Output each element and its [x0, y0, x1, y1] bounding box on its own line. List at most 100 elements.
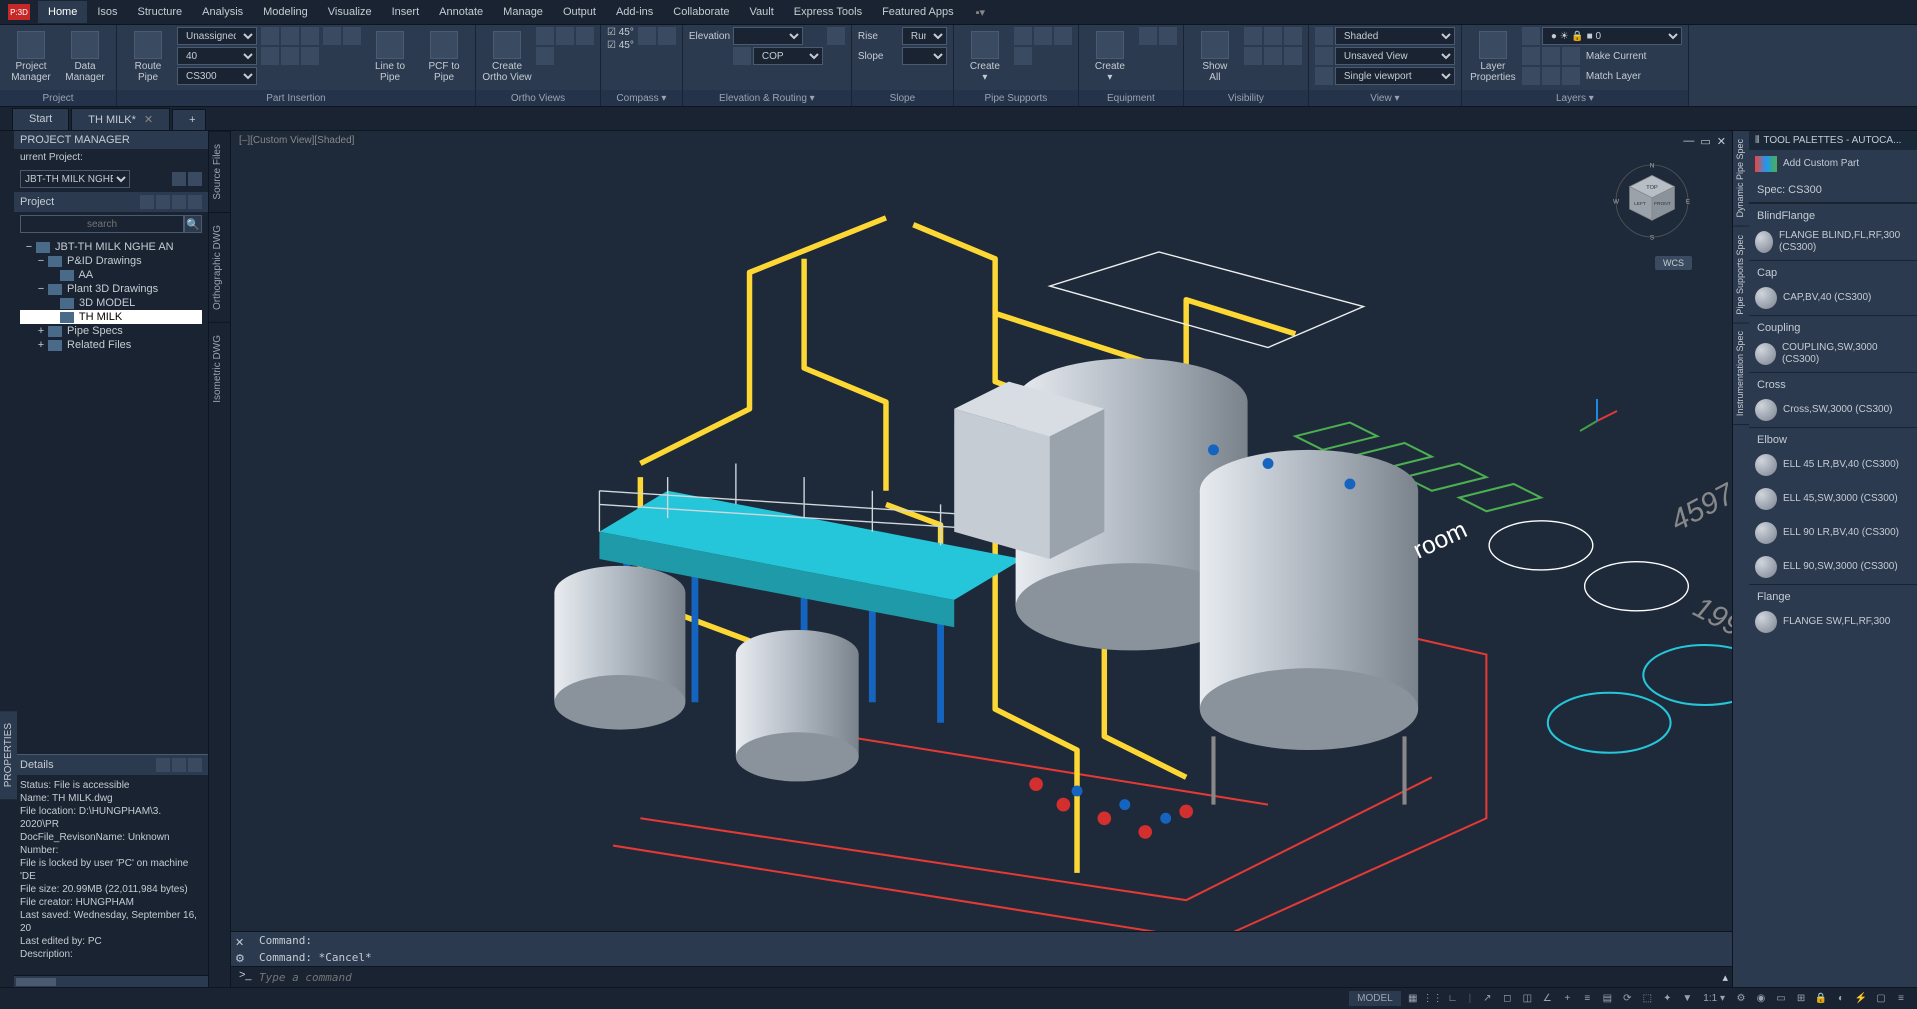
- ribbon-tool-icon[interactable]: [261, 27, 279, 45]
- ribbon-tool-icon[interactable]: [1034, 27, 1052, 45]
- ribbon-tool-icon[interactable]: [1264, 27, 1282, 45]
- side-tab-orthographic-dwg[interactable]: Orthographic DWG: [209, 212, 230, 322]
- details-icon-1[interactable]: [156, 758, 170, 772]
- menu-tab-featured-apps[interactable]: Featured Apps: [872, 1, 964, 23]
- ribbon-group-label[interactable]: Layers ▾: [1462, 90, 1688, 106]
- ribbon-layer-properties[interactable]: LayerProperties: [1468, 27, 1518, 87]
- clean-screen-icon[interactable]: ▢: [1873, 991, 1889, 1007]
- ribbon-tool-icon[interactable]: [261, 47, 279, 65]
- ortho-icon[interactable]: ∟: [1445, 991, 1461, 1007]
- snap-icon[interactable]: ⋮⋮: [1425, 991, 1441, 1007]
- palette-item[interactable]: ELL 90,SW,3000 (CS300): [1749, 550, 1917, 584]
- menu-tab-analysis[interactable]: Analysis: [192, 1, 253, 23]
- layer-select[interactable]: ● ☀ 🔒 ■ 0: [1542, 27, 1682, 45]
- ribbon-tool-icon[interactable]: [1264, 47, 1282, 65]
- doc-tab-th-milk-[interactable]: TH MILK*✕: [71, 108, 170, 130]
- polar-icon[interactable]: ↗: [1479, 991, 1495, 1007]
- tool-icon[interactable]: [172, 195, 186, 209]
- print-icon[interactable]: [172, 172, 186, 186]
- menu-tab-insert[interactable]: Insert: [382, 1, 430, 23]
- isolate-icon[interactable]: ◐: [1833, 991, 1849, 1007]
- ribbon-tool-icon[interactable]: [827, 27, 845, 45]
- ribbon-route-pipe[interactable]: RoutePipe: [123, 27, 173, 87]
- side-tab-source-files[interactable]: Source Files: [209, 131, 230, 212]
- ribbon-select[interactable]: Run: [902, 27, 947, 45]
- ribbon-select[interactable]: COP: [753, 47, 823, 65]
- layer-action[interactable]: Make Current: [1586, 51, 1647, 62]
- tree-item-jbt-th-milk-nghe-an[interactable]: − JBT-TH MILK NGHE AN: [20, 240, 202, 254]
- quick-properties-icon[interactable]: ⊞: [1793, 991, 1809, 1007]
- compass-angle[interactable]: ☑ 45°: [607, 27, 634, 38]
- menu-tab-annotate[interactable]: Annotate: [429, 1, 493, 23]
- gizmo-icon[interactable]: ✦: [1659, 991, 1675, 1007]
- menu-tab-home[interactable]: Home: [38, 1, 87, 23]
- add-custom-part-button[interactable]: Add Custom Part: [1749, 150, 1917, 178]
- tree-item-p&id-drawings[interactable]: − P&ID Drawings: [20, 254, 202, 268]
- properties-panel-tab[interactable]: PROPERTIES: [0, 711, 17, 799]
- ribbon-tool-icon[interactable]: [301, 47, 319, 65]
- ribbon-tool-icon[interactable]: [343, 27, 361, 45]
- tree-item-plant-3d-drawings[interactable]: − Plant 3D Drawings: [20, 282, 202, 296]
- current-project-select[interactable]: JBT-TH MILK NGHE AN: [20, 170, 130, 188]
- menu-tab-express-tools[interactable]: Express Tools: [784, 1, 872, 23]
- ribbon-tool-icon[interactable]: [536, 27, 554, 45]
- ribbon-tool-icon[interactable]: [1014, 27, 1032, 45]
- tree-item-pipe-specs[interactable]: + Pipe Specs: [20, 324, 202, 338]
- customize-icon[interactable]: ≡: [1893, 991, 1909, 1007]
- 3dosnap-icon[interactable]: ◫: [1519, 991, 1535, 1007]
- tree-item-related-files[interactable]: + Related Files: [20, 338, 202, 352]
- layer-tool-icon[interactable]: [1522, 47, 1540, 65]
- ribbon-create-ortho-view[interactable]: CreateOrtho View: [482, 27, 532, 87]
- layer-tool-icon[interactable]: [1542, 67, 1560, 85]
- layer-action[interactable]: Match Layer: [1586, 71, 1641, 82]
- command-dropdown-icon[interactable]: ▴: [1722, 971, 1728, 984]
- ribbon-project-manager[interactable]: ProjectManager: [6, 27, 56, 87]
- overflow-icon[interactable]: ▪▾: [976, 6, 985, 19]
- ribbon-group-label[interactable]: Compass ▾: [601, 90, 682, 106]
- ribbon-tool-icon[interactable]: [658, 27, 676, 45]
- palette-item[interactable]: ELL 45 LR,BV,40 (CS300): [1749, 448, 1917, 482]
- palette-item[interactable]: COUPLING,SW,3000 (CS300): [1749, 336, 1917, 372]
- ribbon-select[interactable]: 40: [177, 47, 257, 65]
- doc-tab-start[interactable]: Start: [12, 108, 69, 130]
- ribbon-tool-icon[interactable]: [323, 27, 341, 45]
- ribbon-tool-icon[interactable]: [1159, 27, 1177, 45]
- ribbon-tool-icon[interactable]: [281, 27, 299, 45]
- ribbon-tool-icon[interactable]: [1244, 47, 1262, 65]
- layer-tool-icon[interactable]: [1562, 47, 1580, 65]
- close-tab-icon[interactable]: ✕: [144, 114, 153, 126]
- menu-tab-isos[interactable]: Isos: [87, 1, 127, 23]
- search-button[interactable]: 🔍: [184, 215, 202, 233]
- ribbon-tool-icon[interactable]: [1139, 27, 1157, 45]
- ribbon-data-manager[interactable]: DataManager: [60, 27, 110, 87]
- annotation-scale[interactable]: 1:1 ▾: [1699, 991, 1729, 1006]
- ribbon-select[interactable]: Shaded: [1335, 27, 1455, 45]
- hardware-accel-icon[interactable]: ⚡: [1853, 991, 1869, 1007]
- palette-tab-pipe-supports-spec[interactable]: Pipe Supports Spec: [1733, 227, 1749, 324]
- compass-angle[interactable]: ☑ 45°: [607, 40, 634, 51]
- palette-item[interactable]: Cross,SW,3000 (CS300): [1749, 393, 1917, 427]
- ribbon-tool-icon[interactable]: [536, 47, 554, 65]
- lineweight-icon[interactable]: ≡: [1579, 991, 1595, 1007]
- copy-icon[interactable]: [188, 172, 202, 186]
- filter-icon[interactable]: ▼: [1679, 991, 1695, 1007]
- ucs-icon[interactable]: ⬚: [1639, 991, 1655, 1007]
- details-icon-2[interactable]: [172, 758, 186, 772]
- new-tab-button[interactable]: +: [172, 109, 206, 130]
- refresh-icon[interactable]: [156, 195, 170, 209]
- model-space-button[interactable]: MODEL: [1349, 991, 1401, 1006]
- layer-tool-icon[interactable]: [1562, 67, 1580, 85]
- cmd-close-icon[interactable]: ✕: [235, 936, 244, 949]
- layer-tool-icon[interactable]: [1522, 67, 1540, 85]
- ribbon-tool-icon[interactable]: [576, 27, 594, 45]
- ribbon-tool-icon[interactable]: [1014, 47, 1032, 65]
- ribbon-tool-icon[interactable]: [1054, 27, 1072, 45]
- palette-item[interactable]: ELL 90 LR,BV,40 (CS300): [1749, 516, 1917, 550]
- palette-tab-instrumentation-spec[interactable]: Instrumentation Spec: [1733, 323, 1749, 425]
- side-tab-isometric-dwg[interactable]: Isometric DWG: [209, 322, 230, 415]
- ribbon-select[interactable]: Unassigned: [177, 27, 257, 45]
- search-icon[interactable]: [140, 195, 154, 209]
- ribbon-select[interactable]: CS300: [177, 67, 257, 85]
- ribbon-create-▾[interactable]: Create▾: [960, 27, 1010, 87]
- ribbon-line-to-pipe[interactable]: Line toPipe: [365, 27, 415, 87]
